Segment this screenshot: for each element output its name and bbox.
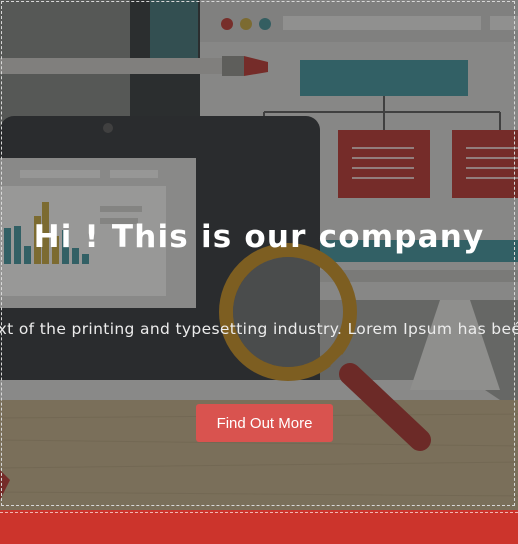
hero-section: Hi ! This is our company ext of the prin… (0, 0, 518, 510)
find-out-more-button[interactable]: Find Out More (196, 404, 333, 442)
hero-headline: Hi ! This is our company (33, 218, 485, 255)
hero-subtext: ext of the printing and typesetting indu… (0, 319, 518, 338)
next-section-strip (0, 510, 518, 544)
section-divider (0, 512, 518, 513)
